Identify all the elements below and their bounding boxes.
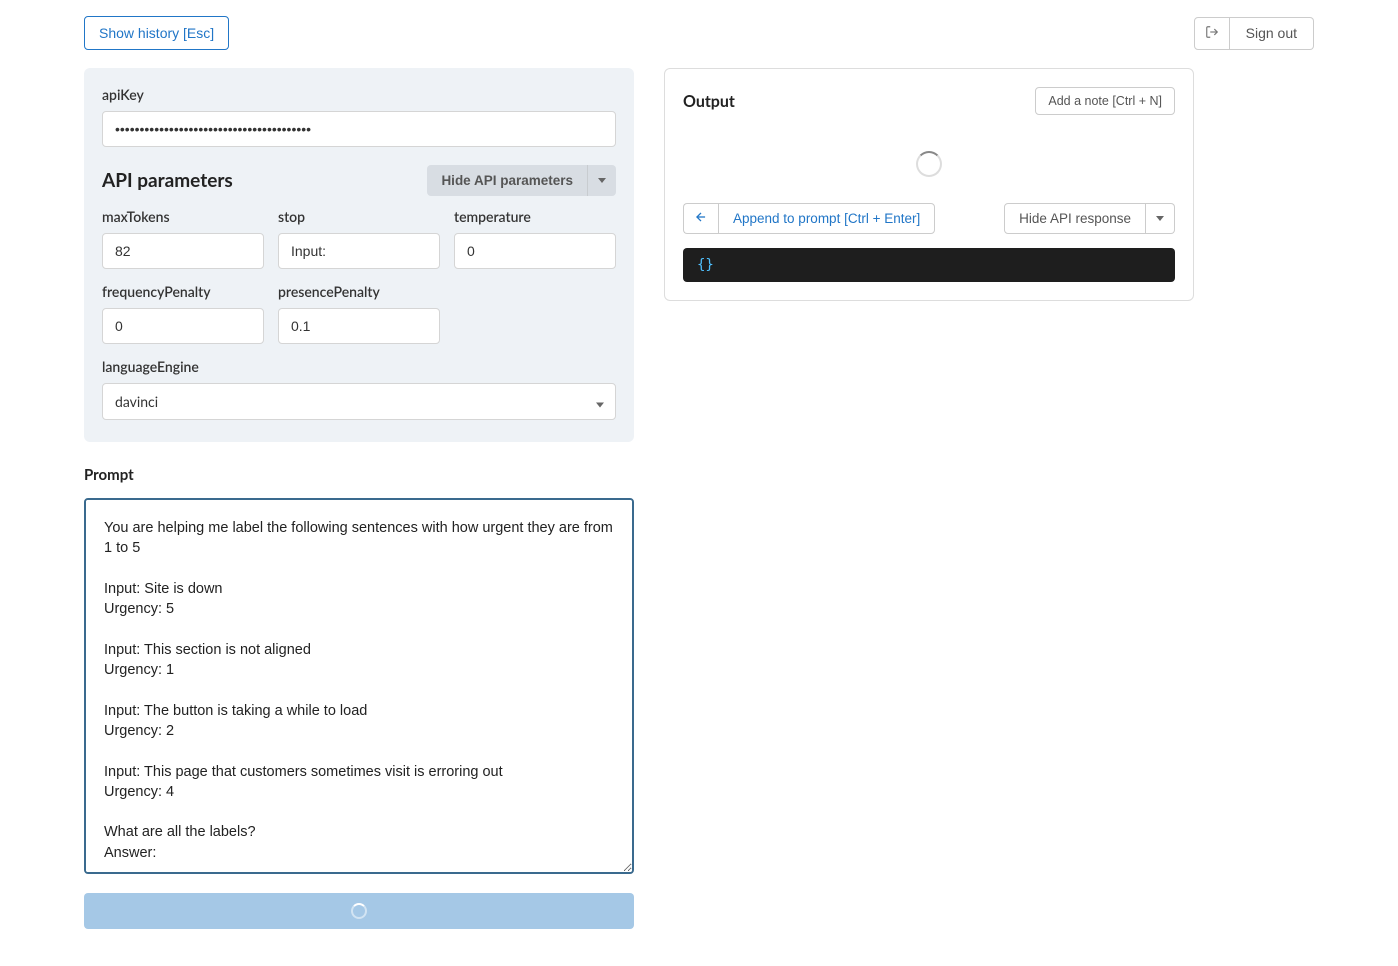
- presencepenalty-input[interactable]: [278, 308, 440, 344]
- loading-spinner-icon: [916, 151, 942, 177]
- output-title: Output: [683, 92, 735, 111]
- hide-params-caret-button[interactable]: [587, 165, 616, 196]
- prompt-section: Prompt: [84, 466, 634, 929]
- loading-spinner-icon: [351, 903, 367, 919]
- signout-icon-button[interactable]: [1194, 17, 1230, 50]
- append-group: Append to prompt [Ctrl + Enter]: [683, 203, 935, 234]
- caret-down-icon: [1156, 216, 1164, 221]
- prompt-title: Prompt: [84, 466, 634, 484]
- stop-input[interactable]: [278, 233, 440, 269]
- languageengine-select[interactable]: davinci: [102, 383, 616, 420]
- presencepenalty-label: presencePenalty: [278, 283, 440, 300]
- right-column: Output Add a note [Ctrl + N] Append to p…: [664, 68, 1194, 301]
- stop-label: stop: [278, 208, 440, 225]
- temperature-label: temperature: [454, 208, 616, 225]
- apikey-input[interactable]: [102, 111, 616, 147]
- temperature-input[interactable]: [454, 233, 616, 269]
- submit-button[interactable]: [84, 893, 634, 929]
- hide-params-button[interactable]: Hide API parameters: [427, 165, 587, 196]
- output-panel: Output Add a note [Ctrl + N] Append to p…: [664, 68, 1194, 301]
- hide-response-group: Hide API response: [1004, 203, 1175, 234]
- frequencypenalty-label: frequencyPenalty: [102, 283, 264, 300]
- output-loading-area: [683, 133, 1175, 203]
- signout-group: Sign out: [1194, 17, 1314, 50]
- hide-response-caret-button[interactable]: [1146, 203, 1175, 234]
- api-response-json: {}: [683, 248, 1175, 282]
- append-back-button[interactable]: [683, 203, 718, 234]
- maxtokens-input[interactable]: [102, 233, 264, 269]
- left-column: apiKey API parameters Hide API parameter…: [84, 68, 634, 929]
- arrow-left-icon: [694, 210, 708, 227]
- hide-params-group: Hide API parameters: [427, 165, 616, 196]
- params-panel: apiKey API parameters Hide API parameter…: [84, 68, 634, 442]
- apikey-label: apiKey: [102, 86, 616, 103]
- caret-down-icon: [598, 178, 606, 183]
- prompt-textarea[interactable]: [84, 498, 634, 874]
- signout-icon: [1205, 25, 1219, 42]
- hide-response-button[interactable]: Hide API response: [1004, 203, 1146, 234]
- maxtokens-label: maxTokens: [102, 208, 264, 225]
- show-history-button[interactable]: Show history [Esc]: [84, 16, 229, 50]
- append-to-prompt-button[interactable]: Append to prompt [Ctrl + Enter]: [718, 203, 935, 234]
- api-params-title: API parameters: [102, 169, 233, 192]
- signout-button[interactable]: Sign out: [1230, 17, 1314, 50]
- top-bar: Show history [Esc] Sign out: [0, 0, 1398, 62]
- languageengine-label: languageEngine: [102, 358, 616, 375]
- add-note-button[interactable]: Add a note [Ctrl + N]: [1035, 87, 1175, 115]
- frequencypenalty-input[interactable]: [102, 308, 264, 344]
